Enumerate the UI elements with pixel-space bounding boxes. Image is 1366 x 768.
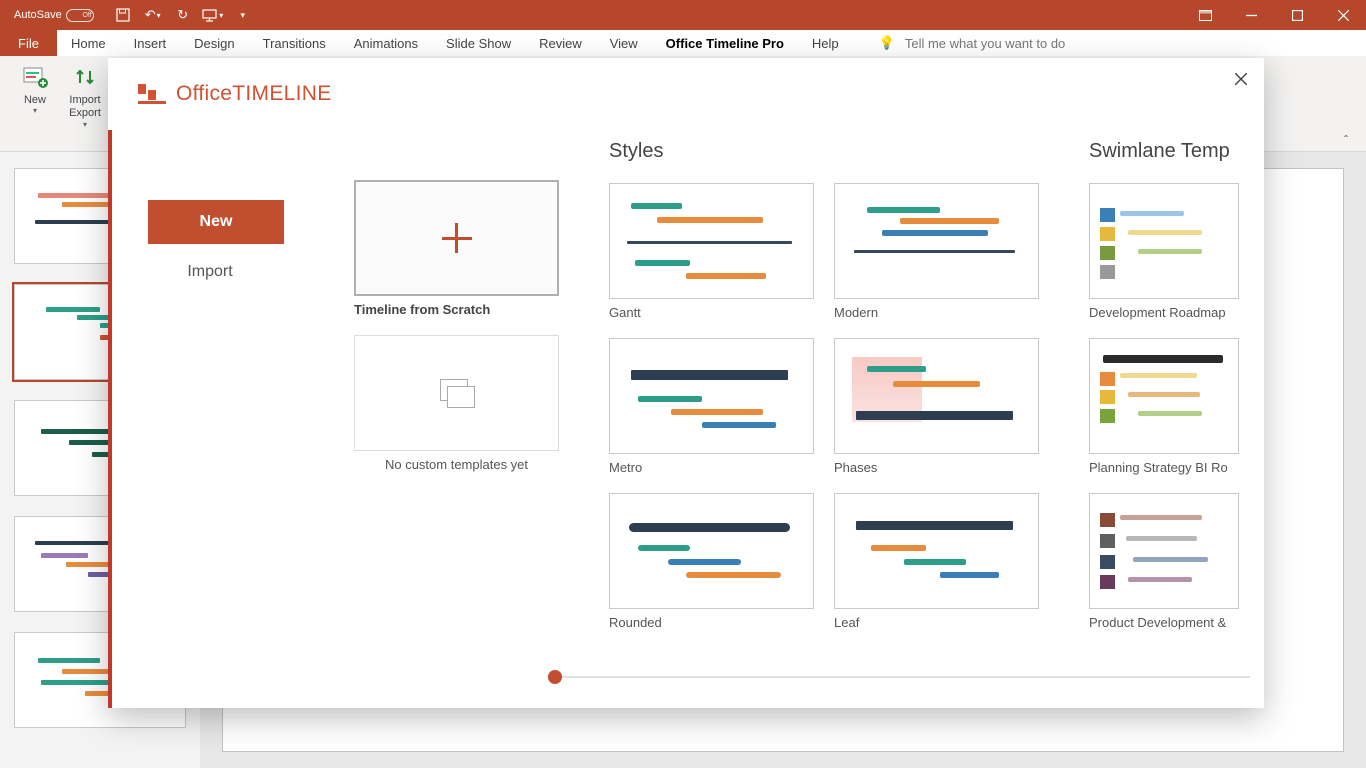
scratch-section: Timeline from Scratch No custom template… [354,140,559,630]
style-card-rounded[interactable]: Rounded [609,493,814,630]
office-timeline-dialog: OfficeTIMELINE New Import Timeline from … [108,58,1264,708]
tab-review[interactable]: Review [525,30,596,56]
timeline-from-scratch-card[interactable]: Timeline from Scratch [354,180,559,317]
card-label: Planning Strategy BI Ro [1089,460,1239,475]
swimlane-card-product-development[interactable]: Product Development & [1089,493,1239,630]
card-label: Phases [834,460,1039,475]
tell-me-search[interactable]: 💡 Tell me what you want to do [879,35,1066,51]
card-label: Rounded [609,615,814,630]
new-button[interactable]: New [148,200,284,244]
import-button[interactable]: Import [112,250,308,294]
ribbon-display-options-icon[interactable] [1182,0,1228,30]
swimlane-section: Swimlane Temp [1089,140,1264,630]
ribbon-import-export-button[interactable]: Import Export ▾ [60,60,110,151]
autosave-switch-icon: Off [66,9,94,22]
save-icon[interactable] [110,4,136,26]
card-label: Gantt [609,305,814,320]
dialog-close-button[interactable] [1230,68,1252,90]
ribbon-new-label: New [24,94,46,106]
style-card-phases[interactable]: Phases [834,338,1039,475]
qat-customize-icon[interactable]: ▾ [230,4,256,26]
tab-help[interactable]: Help [798,30,853,56]
tell-me-placeholder: Tell me what you want to do [905,36,1065,51]
new-timeline-icon [22,60,48,94]
close-icon[interactable] [1320,0,1366,30]
tab-animations[interactable]: Animations [340,30,432,56]
swimlane-card-development-roadmap[interactable]: Development Roadmap [1089,183,1239,320]
dialog-scroll-handle[interactable] [548,670,562,684]
style-card-gantt[interactable]: Gantt [609,183,814,320]
card-label: Development Roadmap [1089,305,1239,320]
card-label: Product Development & [1089,615,1239,630]
dropdown-icon: ▾ [33,106,37,115]
styles-title: Styles [609,140,1039,163]
card-label: Modern [834,305,1039,320]
tab-home[interactable]: Home [57,30,120,56]
swimlane-card-planning-strategy[interactable]: Planning Strategy BI Ro [1089,338,1239,475]
dialog-scroll-track[interactable] [548,676,1250,678]
card-label: Timeline from Scratch [354,302,559,317]
dialog-header: OfficeTIMELINE [108,58,1264,130]
lightbulb-icon: 💡 [879,35,895,51]
office-timeline-logo: OfficeTIMELINE [138,82,332,106]
minimize-icon[interactable] [1228,0,1274,30]
titlebar: AutoSave Off ↶ ▾ ↻ ▾ ▾ [0,0,1366,30]
tab-file[interactable]: File [0,30,57,56]
undo-icon[interactable]: ↶ ▾ [140,4,166,26]
present-from-start-icon[interactable]: ▾ [200,4,226,26]
maximize-icon[interactable] [1274,0,1320,30]
style-card-modern[interactable]: Modern [834,183,1039,320]
tab-office-timeline-pro[interactable]: Office Timeline Pro [652,30,798,56]
no-custom-templates-card: No custom templates yet [354,335,559,472]
ribbon-tabs: File Home Insert Design Transitions Anim… [0,30,1366,56]
card-label: No custom templates yet [354,457,559,472]
tab-design[interactable]: Design [180,30,248,56]
dialog-main: Timeline from Scratch No custom template… [308,130,1264,708]
tab-insert[interactable]: Insert [120,30,181,56]
logo-mark-icon [138,84,166,104]
import-export-icon [73,60,97,94]
quick-access-toolbar: ↶ ▾ ↻ ▾ ▾ [110,4,256,26]
tab-transitions[interactable]: Transitions [249,30,340,56]
dropdown-icon: ▾ [83,120,87,129]
dialog-sidepanel: New Import [108,130,308,708]
card-label: Leaf [834,615,1039,630]
autosave-toggle[interactable]: AutoSave Off [14,9,94,22]
redo-icon[interactable]: ↻ [170,4,196,26]
ribbon-import-export-label: Import Export [60,94,110,120]
collapse-ribbon-icon[interactable]: ˆ [1336,129,1356,151]
style-card-leaf[interactable]: Leaf [834,493,1039,630]
autosave-label: AutoSave [14,9,62,21]
styles-section: Styles Gantt [609,140,1039,630]
ribbon-new-button[interactable]: New ▾ [10,60,60,151]
tab-view[interactable]: View [596,30,652,56]
tab-slideshow[interactable]: Slide Show [432,30,525,56]
style-card-metro[interactable]: Metro [609,338,814,475]
swimlane-title: Swimlane Temp [1089,140,1264,163]
card-label: Metro [609,460,814,475]
